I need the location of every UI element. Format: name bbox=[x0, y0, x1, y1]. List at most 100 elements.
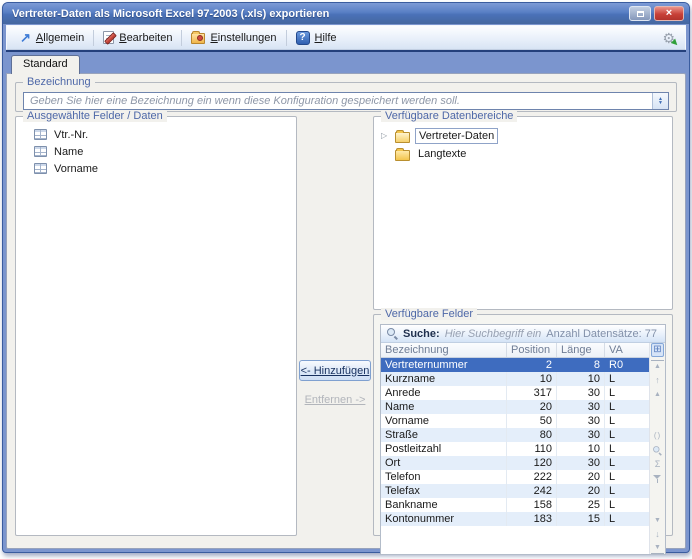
cell-va: L bbox=[609, 373, 616, 385]
group-bezeichnung: Bezeichnung Geben Sie hier eine Bezeichn… bbox=[15, 76, 677, 112]
cell-position: 110 bbox=[507, 442, 557, 456]
cell-position: 80 bbox=[507, 428, 557, 442]
list-item[interactable]: Vorname bbox=[34, 160, 292, 177]
cell-position: 158 bbox=[507, 498, 557, 512]
chevron-down-icon: ▼ bbox=[658, 100, 663, 106]
tab-standard[interactable]: Standard bbox=[11, 55, 80, 74]
tree-label: Langtexte bbox=[418, 148, 467, 160]
table-row[interactable]: Anrede 317 30 L bbox=[381, 386, 649, 400]
field-label: Vorname bbox=[54, 162, 99, 175]
expand-arrow-icon[interactable]: ▷ bbox=[381, 132, 390, 140]
column-chooser-icon[interactable]: ⊞ bbox=[651, 343, 664, 357]
toolbar-label: Einstellungen bbox=[210, 31, 277, 44]
table-row[interactable]: Telefax 242 20 L bbox=[381, 484, 649, 498]
toolbar-item-einstellungen[interactable]: Einstellungen bbox=[184, 29, 283, 46]
cell-laenge: 15 bbox=[557, 512, 605, 526]
sum-icon[interactable]: Σ bbox=[651, 458, 664, 470]
list-item[interactable]: Name bbox=[34, 143, 292, 160]
column-header-bezeichnung[interactable]: Bezeichnung bbox=[381, 343, 507, 357]
cell-va: L bbox=[609, 457, 616, 469]
add-button[interactable]: <- Hinzufügen bbox=[299, 360, 371, 381]
cell-bezeichnung: Ort bbox=[381, 456, 507, 470]
move-up-icon[interactable]: ↑ bbox=[651, 374, 664, 386]
cell-position: 20 bbox=[507, 400, 557, 414]
column-header-position[interactable]: Position bbox=[507, 343, 557, 357]
fields-box: Suche: Hier Suchbegriff eingebe Anzahl D… bbox=[380, 324, 666, 555]
bezeichnung-combobox[interactable]: Geben Sie hier eine Bezeichnung ein wenn… bbox=[23, 92, 669, 110]
gear-export-icon[interactable]: ⚙ ▶ bbox=[662, 31, 680, 48]
move-down-icon[interactable]: ↓ bbox=[651, 528, 664, 540]
cell-va: L bbox=[609, 415, 616, 427]
record-count: Anzahl Datensätze: 77 bbox=[546, 327, 657, 340]
search-input[interactable]: Hier Suchbegriff eingebe bbox=[445, 328, 542, 340]
settings-icon bbox=[191, 31, 206, 44]
toolbar-item-hilfe[interactable]: Hilfe bbox=[289, 29, 344, 47]
cell-va: L bbox=[609, 513, 616, 525]
table-row[interactable]: Name 20 30 L bbox=[381, 400, 649, 414]
group-label: Verfügbare Felder bbox=[381, 308, 478, 320]
help-icon bbox=[295, 30, 310, 45]
table-row[interactable]: Vertreternummer 2 8 R0 bbox=[381, 358, 649, 372]
title-bar[interactable]: Vertreter-Daten als Microsoft Excel 97-2… bbox=[3, 3, 689, 24]
search-bar[interactable]: Suche: Hier Suchbegriff eingebe Anzahl D… bbox=[381, 325, 665, 343]
search-icon bbox=[387, 328, 398, 339]
filter-icon[interactable] bbox=[651, 472, 664, 484]
table-row[interactable]: Vorname 50 30 L bbox=[381, 414, 649, 428]
page-down-icon[interactable]: ▼ bbox=[651, 514, 664, 526]
tree-item[interactable]: ▷ Vertreter-Daten bbox=[381, 127, 668, 145]
cell-position: 317 bbox=[507, 386, 557, 400]
toolbar: ↗ Allgemein Bearbeiten Einstellungen Hil… bbox=[6, 25, 686, 50]
field-label: Vtr.-Nr. bbox=[54, 128, 89, 141]
search-icon[interactable] bbox=[651, 444, 664, 456]
edit-icon bbox=[103, 31, 115, 44]
scroll-bottom-icon[interactable]: ▼ bbox=[651, 542, 664, 554]
close-button[interactable]: × bbox=[654, 6, 684, 21]
table-row[interactable]: Telefon 222 20 L bbox=[381, 470, 649, 484]
remove-button[interactable]: Entfernen -> bbox=[299, 392, 371, 408]
page-up-icon[interactable]: ▲ bbox=[651, 388, 664, 400]
folder-icon bbox=[395, 147, 410, 161]
toolbar-item-bearbeiten[interactable]: Bearbeiten bbox=[96, 29, 179, 46]
grid-navigator: ⊞ ▲ ↑ ▲ () Σ ▼ ↓ ▼ bbox=[649, 343, 665, 554]
cell-laenge: 8 bbox=[557, 358, 605, 372]
table-header[interactable]: Bezeichnung Position Länge VA bbox=[381, 343, 649, 358]
bezeichnung-placeholder: Geben Sie hier eine Bezeichnung ein wenn… bbox=[30, 95, 460, 107]
group-selected-fields: Ausgewählte Felder / Daten Vtr.-Nr. Name bbox=[15, 110, 297, 536]
cell-laenge: 10 bbox=[557, 372, 605, 386]
toolbar-item-allgemein[interactable]: ↗ Allgemein bbox=[13, 29, 91, 46]
column-header-laenge[interactable]: Länge bbox=[557, 343, 605, 357]
table-row[interactable]: Ort 120 30 L bbox=[381, 456, 649, 470]
group-label: Bezeichnung bbox=[23, 76, 95, 88]
cell-va: L bbox=[609, 387, 616, 399]
table-row[interactable]: Postleitzahl 110 10 L bbox=[381, 442, 649, 456]
cell-bezeichnung: Vertreternummer bbox=[381, 358, 507, 372]
table-row[interactable]: Kontonummer 183 15 L bbox=[381, 512, 649, 526]
tree-item[interactable]: ▷ Langtexte bbox=[381, 145, 668, 163]
toolbar-separator bbox=[93, 29, 95, 46]
tree-label: Vertreter-Daten bbox=[415, 128, 499, 144]
cell-bezeichnung: Kurzname bbox=[381, 372, 507, 386]
brackets-icon[interactable]: () bbox=[651, 430, 664, 442]
cell-laenge: 30 bbox=[557, 456, 605, 470]
column-header-va[interactable]: VA bbox=[605, 343, 649, 357]
field-label: Name bbox=[54, 145, 84, 158]
cell-va: R0 bbox=[609, 359, 624, 371]
maximize-button[interactable] bbox=[629, 6, 651, 21]
cell-va: L bbox=[609, 485, 616, 497]
cell-va: L bbox=[609, 443, 616, 455]
field-grid-icon bbox=[34, 146, 47, 157]
cell-bezeichnung: Bankname bbox=[381, 498, 507, 512]
toolbar-label: Hilfe bbox=[314, 31, 337, 44]
table-row[interactable]: Kurzname 10 10 L bbox=[381, 372, 649, 386]
cell-position: 10 bbox=[507, 372, 557, 386]
scroll-top-icon[interactable]: ▲ bbox=[651, 360, 664, 372]
cell-bezeichnung: Telefon bbox=[381, 470, 507, 484]
toolbar-separator bbox=[285, 29, 287, 46]
cell-va: L bbox=[609, 429, 616, 441]
table-row[interactable]: Bankname 158 25 L bbox=[381, 498, 649, 512]
cell-position: 50 bbox=[507, 414, 557, 428]
list-item[interactable]: Vtr.-Nr. bbox=[34, 126, 292, 143]
table-row[interactable]: Straße 80 30 L bbox=[381, 428, 649, 442]
dropdown-button[interactable]: ▲ ▼ bbox=[652, 93, 668, 109]
cell-position: 242 bbox=[507, 484, 557, 498]
